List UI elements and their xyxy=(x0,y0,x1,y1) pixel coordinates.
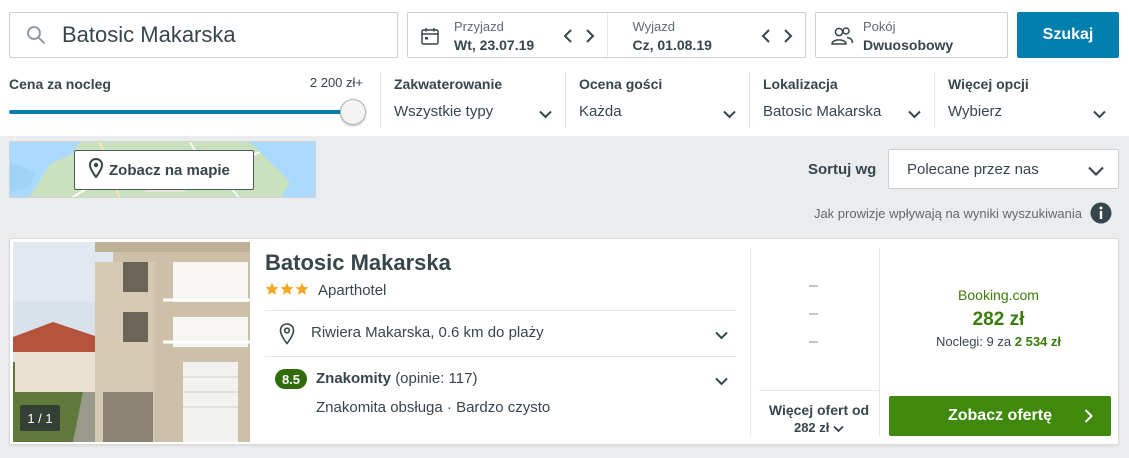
filter-guest-rating-value: Każda xyxy=(579,103,622,120)
sort-dropdown[interactable]: Polecane przez nas xyxy=(888,149,1119,189)
hotel-type: Aparthotel xyxy=(318,282,387,299)
destination-value: Batosic Makarska xyxy=(62,22,236,47)
rating-score-badge: 8.5 xyxy=(275,369,307,389)
photo-counter: 1 / 1 xyxy=(20,405,60,431)
map-pin-icon xyxy=(88,157,104,182)
filter-accommodation[interactable]: Zakwaterowanie Wszystkie typy xyxy=(380,72,565,128)
chevron-down-icon xyxy=(833,425,844,432)
price-filter-max: 2 200 zł+ xyxy=(309,75,363,90)
more-offers-link[interactable]: Więcej ofert od 282 zł xyxy=(759,390,879,440)
date-picker: Przyjazd Wt, 23.07.19 Wyjazd Cz, 01.08.1… xyxy=(407,12,806,58)
alt-offer-1: – xyxy=(809,277,818,294)
filter-accommodation-value: Wszystkie typy xyxy=(394,103,494,120)
price-per-night[interactable]: 282 zł xyxy=(888,309,1109,331)
hotel-location: Riwiera Makarska, 0.6 km do plaży xyxy=(311,324,544,341)
view-deal-button[interactable]: Zobacz ofertę xyxy=(889,396,1111,436)
filter-more-options-value: Wybierz xyxy=(948,103,1003,120)
chevron-down-icon xyxy=(1088,163,1104,181)
checkout-label: Wyjazd xyxy=(632,19,676,34)
price-slider-track[interactable] xyxy=(9,110,352,114)
star-icon xyxy=(280,282,294,301)
rating-row[interactable]: 8.5 Znakomity (opinie: 117) Znakomita ob… xyxy=(265,357,736,437)
rating-summary: Znakomity (opinie: 117) xyxy=(316,370,477,387)
checkout-value: Cz, 01.08.19 xyxy=(632,37,712,53)
price-filter-title: Cena za nocleg xyxy=(9,76,111,92)
rating-count: (opinie: 117) xyxy=(395,370,478,387)
room-selector[interactable]: Pokój Dwuosobowy xyxy=(815,12,1008,58)
hotel-photo[interactable]: 1 / 1 xyxy=(13,242,250,442)
rating-details: Znakomita obsługa · Bardzo czysto xyxy=(316,399,551,416)
checkin-field[interactable]: Przyjazd Wt, 23.07.19 xyxy=(408,13,607,57)
chevron-right-icon xyxy=(1084,409,1093,428)
total-price-line: Noclegi: 9 za 2 534 zł xyxy=(888,334,1109,349)
commission-note[interactable]: Jak prowizje wpływają na wyniki wyszukiw… xyxy=(814,206,1082,221)
map-preview[interactable]: Zobacz na mapie xyxy=(9,141,316,198)
chevron-down-icon xyxy=(908,106,921,124)
checkout-field[interactable]: Wyjazd Cz, 01.08.19 xyxy=(606,13,806,57)
guests-icon xyxy=(830,26,854,51)
chevron-down-icon xyxy=(715,327,728,345)
chevron-down-icon xyxy=(1093,106,1106,124)
filter-accommodation-title: Zakwaterowanie xyxy=(394,76,503,92)
alt-offer-2: – xyxy=(809,305,818,322)
location-row[interactable]: Riwiera Makarska, 0.6 km do plaży xyxy=(265,311,736,357)
sort-value: Polecane przez nas xyxy=(907,161,1039,178)
filter-more-options-title: Więcej opcji xyxy=(948,76,1029,92)
more-offers-price: 282 zł xyxy=(793,420,830,435)
checkin-value: Wt, 23.07.19 xyxy=(454,37,535,53)
chevron-right-icon[interactable] xyxy=(581,26,599,46)
chevron-left-icon[interactable] xyxy=(559,26,577,46)
checkin-label: Przyjazd xyxy=(454,19,504,34)
rating-word: Znakomity xyxy=(316,370,392,387)
chevron-left-icon[interactable] xyxy=(757,26,775,46)
search-button[interactable]: Szukaj xyxy=(1017,12,1119,58)
show-map-label: Zobacz na mapie xyxy=(109,161,230,179)
chevron-right-icon[interactable] xyxy=(779,26,797,46)
more-offers-price-wrap: 282 zł xyxy=(759,420,879,435)
chevron-down-icon xyxy=(723,106,736,124)
filter-guest-rating[interactable]: Ocena gości Każda xyxy=(565,72,749,128)
alt-offer-3: – xyxy=(809,333,818,350)
chevron-down-icon xyxy=(715,373,728,391)
room-value: Dwuosobowy xyxy=(863,37,954,53)
star-icon xyxy=(295,282,309,301)
nights-label: Noclegi: 9 za xyxy=(935,334,1012,349)
divider xyxy=(879,248,880,437)
calendar-icon xyxy=(420,26,440,51)
price-filter: Cena za nocleg 2 200 zł+ xyxy=(9,72,367,128)
sort-label: Sortuj wg xyxy=(808,161,877,178)
filter-guest-rating-title: Ocena gości xyxy=(579,76,663,92)
search-icon xyxy=(10,25,62,45)
map-pin-icon xyxy=(279,323,295,350)
info-icon[interactable] xyxy=(1090,202,1112,229)
filter-location-title: Lokalizacja xyxy=(763,76,838,92)
filter-more-options[interactable]: Więcej opcji Wybierz xyxy=(934,72,1119,128)
view-deal-label: Zobacz ofertę xyxy=(947,407,1052,424)
hotel-result-card[interactable]: 1 / 1 Batosic Makarska Aparthotel Riwier… xyxy=(9,238,1119,445)
hotel-name[interactable]: Batosic Makarska xyxy=(265,250,451,276)
hotel-stars xyxy=(265,282,309,301)
provider-name[interactable]: Booking.com xyxy=(888,287,1109,303)
chevron-down-icon xyxy=(539,106,552,124)
filter-location[interactable]: Lokalizacja Batosic Makarska xyxy=(749,72,934,128)
total-price: 2 534 zł xyxy=(1014,334,1062,349)
star-icon xyxy=(265,282,279,301)
filter-location-value: Batosic Makarska xyxy=(763,103,882,120)
search-header: Batosic Makarska Przyjazd Wt, 23.07.19 W… xyxy=(0,0,1129,136)
destination-input[interactable]: Batosic Makarska xyxy=(9,12,398,58)
more-offers-label: Więcej ofert od xyxy=(768,402,870,418)
show-map-button[interactable]: Zobacz na mapie xyxy=(74,150,254,190)
price-slider-handle[interactable] xyxy=(340,99,366,125)
divider xyxy=(750,248,751,437)
room-label: Pokój xyxy=(863,19,896,34)
